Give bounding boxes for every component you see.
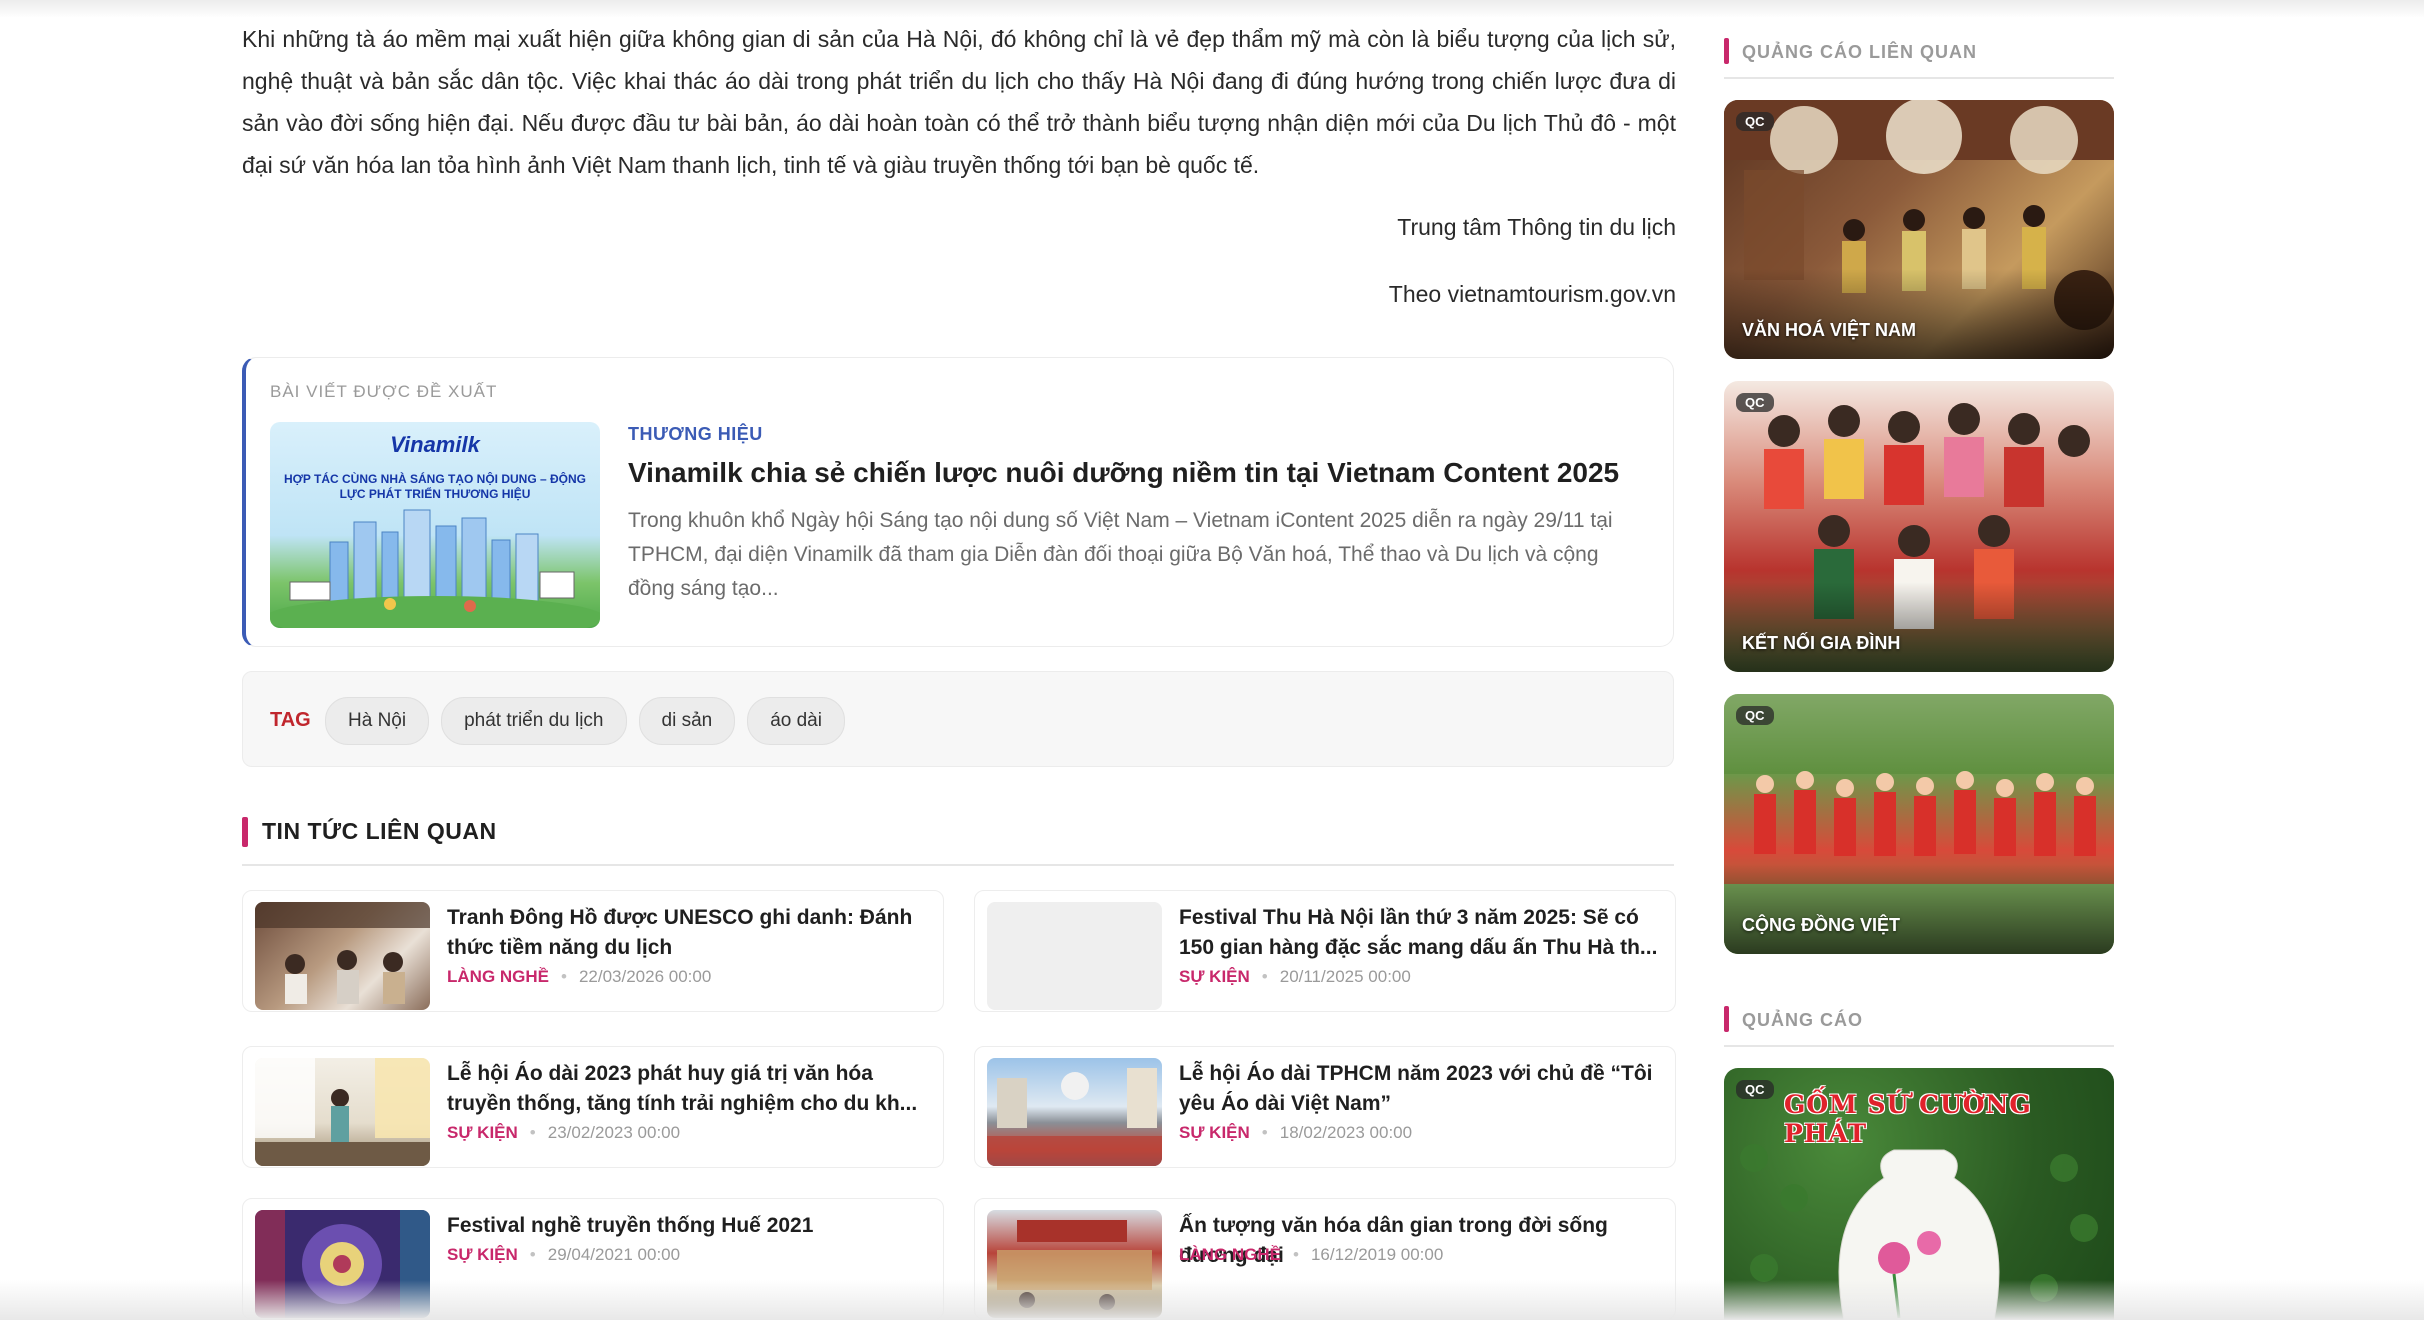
workshop-photo <box>255 902 430 1004</box>
recommended-label: BÀI VIẾT ĐƯỢC ĐỀ XUẤT <box>270 382 498 401</box>
ad-brand-name: GỐM SỨ CƯỜNG PHÁT <box>1784 1090 2032 1148</box>
meta-separator: • <box>561 967 567 986</box>
news-category[interactable]: SỰ KIỆN <box>1179 967 1250 986</box>
heading-accent-bar <box>1724 1006 1729 1032</box>
news-meta: LÀNG NGHỀ • 16/12/2019 00:00 <box>1179 1245 1443 1265</box>
article-signature-org: Trung tâm Thông tin du lịch <box>1397 214 1676 240</box>
ad-caption: KẾT NỐI GIA ĐÌNH <box>1742 633 1901 653</box>
related-news-item[interactable]: Festival Thu Hà Nội lần thứ 3 năm 2025: … <box>974 890 1676 1012</box>
recommended-article-card[interactable]: BÀI VIẾT ĐƯỢC ĐỀ XUẤT Vinamilk HỢP TÁC C… <box>242 357 1674 647</box>
related-news-item[interactable]: Lễ hội Áo dài TPHCM năm 2023 với chủ đề … <box>974 1046 1676 1168</box>
recommended-title[interactable]: Vinamilk chia sẻ chiến lược nuôi dưỡng n… <box>628 454 1643 492</box>
news-meta: SỰ KIỆN • 20/11/2025 00:00 <box>1179 967 1411 987</box>
stage-photo <box>255 1058 430 1166</box>
meta-separator: • <box>1293 1245 1299 1264</box>
news-category[interactable]: LÀNG NGHỀ <box>1179 1245 1281 1264</box>
related-news-heading-text: TIN TỨC LIÊN QUAN <box>262 818 497 844</box>
article-main-column: Khi những tà áo mềm mại xuất hiện giữa k… <box>242 0 1676 1320</box>
news-date: 18/02/2023 00:00 <box>1279 1123 1413 1142</box>
ad-caption: CỘNG ĐỒNG VIỆT <box>1742 915 1901 935</box>
page: Khi những tà áo mềm mại xuất hiện giữa k… <box>0 0 2424 1320</box>
news-date: 23/02/2023 00:00 <box>547 1123 681 1142</box>
tag-list: Hà Nội phát triển du lịch di sản áo dài <box>325 697 845 745</box>
tag-ha-noi[interactable]: Hà Nội <box>325 697 430 745</box>
news-category[interactable]: LÀNG NGHỀ <box>447 967 549 986</box>
news-category[interactable]: SỰ KIỆN <box>447 1123 518 1142</box>
article-closing-paragraph: Khi những tà áo mềm mại xuất hiện giữa k… <box>242 26 1676 178</box>
ads-heading: QUẢNG CÁO <box>1724 1005 2114 1047</box>
tag-label: TAG <box>270 709 311 731</box>
ad-badge: QC <box>1736 393 1774 412</box>
heading-accent-bar <box>1724 38 1729 64</box>
tags-box: TAG Hà Nội phát triển du lịch di sản áo … <box>242 671 1674 767</box>
recommended-thumbnail[interactable]: Vinamilk HỢP TÁC CÙNG NHÀ SÁNG TẠO NỘI D… <box>270 422 600 628</box>
recommended-description: Trong khuôn khổ Ngày hội Sáng tạo nội du… <box>628 509 1613 600</box>
news-title[interactable]: Lễ hội Áo dài 2023 phát huy giá trị văn … <box>447 1059 927 1119</box>
news-date: 20/11/2025 00:00 <box>1279 967 1411 986</box>
tag-ao-dai[interactable]: áo dài <box>747 697 845 745</box>
news-thumbnail[interactable] <box>255 1058 430 1166</box>
meta-separator: • <box>529 1245 536 1264</box>
tag-phat-trien-du-lich[interactable]: phát triển du lịch <box>441 697 627 745</box>
bottom-scroll-shadow <box>0 1280 2424 1320</box>
meta-separator: • <box>1261 1123 1268 1142</box>
news-category[interactable]: SỰ KIỆN <box>447 1245 518 1264</box>
ad-badge: QC <box>1736 1080 1774 1099</box>
news-date: 29/04/2021 00:00 <box>547 1245 681 1264</box>
news-title[interactable]: Festival Thu Hà Nội lần thứ 3 năm 2025: … <box>1179 903 1659 963</box>
news-title[interactable]: Lễ hội Áo dài TPHCM năm 2023 với chủ đề … <box>1179 1059 1659 1119</box>
news-thumbnail[interactable] <box>255 902 430 1010</box>
ad-card-van-hoa[interactable]: QC VĂN HOÁ VIỆT NAM <box>1724 100 2114 359</box>
meta-separator: • <box>529 1123 536 1142</box>
ad-caption-shade <box>1724 864 2114 954</box>
ad-caption-shade <box>1724 269 2114 359</box>
news-thumbnail[interactable] <box>987 1058 1162 1166</box>
related-news-heading: TIN TỨC LIÊN QUAN <box>242 812 1674 866</box>
news-thumbnail-placeholder[interactable] <box>987 902 1162 1010</box>
news-date: 22/03/2026 00:00 <box>578 967 712 986</box>
recommended-category[interactable]: THƯƠNG HIỆU <box>628 424 763 445</box>
related-news-item[interactable]: Lễ hội Áo dài 2023 phát huy giá trị văn … <box>242 1046 944 1168</box>
news-date: 16/12/2019 00:00 <box>1310 1245 1444 1264</box>
article-signature-source: Theo vietnamtourism.gov.vn <box>1388 281 1676 307</box>
ad-badge: QC <box>1736 706 1774 725</box>
news-title[interactable]: Festival nghề truyền thống Huế 2021 <box>447 1211 927 1241</box>
news-meta: SỰ KIỆN • 18/02/2023 00:00 <box>1179 1123 1412 1143</box>
news-category[interactable]: SỰ KIỆN <box>1179 1123 1250 1142</box>
news-meta: SỰ KIỆN • 23/02/2023 00:00 <box>447 1123 680 1143</box>
parade-photo <box>987 1068 1162 1166</box>
ad-card-cong-dong[interactable]: QC CỘNG ĐỒNG VIỆT <box>1724 694 2114 954</box>
related-ads-heading: QUẢNG CÁO LIÊN QUAN <box>1724 37 2114 79</box>
heading-accent-bar <box>242 817 248 847</box>
ad-badge: QC <box>1736 112 1774 131</box>
related-ads-heading-text: QUẢNG CÁO LIÊN QUAN <box>1742 42 1977 62</box>
meta-separator: • <box>1261 967 1268 986</box>
ad-card-gia-dinh[interactable]: QC KẾT NỐI GIA ĐÌNH <box>1724 381 2114 672</box>
related-news-item[interactable]: Tranh Đông Hồ được UNESCO ghi danh: Đánh… <box>242 890 944 1012</box>
news-meta: SỰ KIỆN • 29/04/2021 00:00 <box>447 1245 680 1265</box>
tag-di-san[interactable]: di sản <box>638 697 736 745</box>
ad-caption-shade <box>1724 582 2114 672</box>
city-illustration <box>270 509 600 628</box>
ad-caption: VĂN HOÁ VIỆT NAM <box>1742 320 1917 340</box>
news-meta: LÀNG NGHỀ • 22/03/2026 00:00 <box>447 967 711 987</box>
news-title[interactable]: Tranh Đông Hồ được UNESCO ghi danh: Đánh… <box>447 903 927 963</box>
ads-heading-text: QUẢNG CÁO <box>1742 1010 1863 1030</box>
